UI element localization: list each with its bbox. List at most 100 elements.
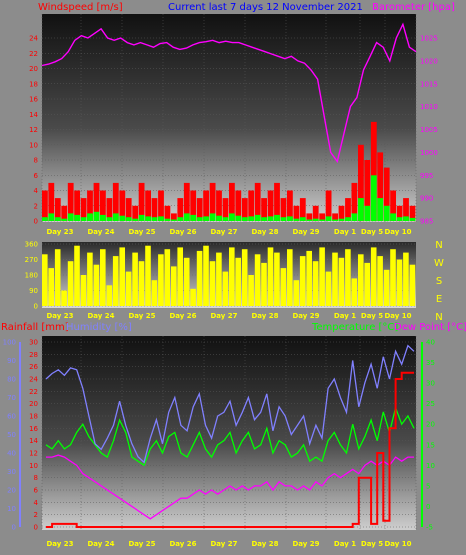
direction-bar: [351, 278, 358, 306]
humidity-y-tick-label: 90: [7, 357, 16, 365]
direction-bar: [61, 290, 67, 306]
temperature-y-tick-label: 25: [426, 400, 435, 408]
average-wind-bar: [190, 214, 197, 221]
direction-bar: [132, 252, 138, 306]
direction-y-tick-label: 270: [25, 256, 38, 264]
direction-bar: [229, 247, 235, 306]
direction-bar: [112, 256, 119, 306]
direction-bar: [80, 275, 87, 306]
day-tick-label: Day 1: [334, 312, 356, 320]
average-wind-bar: [112, 213, 119, 221]
barometer-axis-label: Barometer [hpa]: [372, 2, 455, 13]
direction-bar: [377, 256, 383, 306]
average-wind-bar: [100, 214, 106, 221]
humidity-y-tick-label: 10: [7, 505, 16, 513]
average-wind-bar: [241, 217, 248, 221]
barometer-y-tick-label: 985: [420, 218, 433, 226]
compass-label: S: [436, 276, 442, 287]
humidity-y-tick-label: 100: [3, 339, 16, 347]
direction-bar: [332, 252, 338, 306]
rain-y-tick-label: 14: [29, 437, 38, 445]
day-tick-label: Day 28: [251, 540, 278, 548]
barometer-y-tick-label: 990: [420, 195, 433, 203]
wind-y-tick-label: 18: [29, 80, 38, 88]
direction-bar: [241, 249, 248, 306]
day-tick-label: Day 26: [169, 228, 196, 236]
day-tick-label: Day 27: [210, 312, 237, 320]
rain-y-tick-label: 22: [29, 388, 38, 396]
day-tick-label: Day 24: [87, 228, 114, 236]
day-tick-label: Day 28: [251, 312, 278, 320]
barometer-y-tick-label: 1020: [420, 57, 438, 65]
average-wind-bar: [61, 218, 68, 221]
direction-bar: [216, 252, 222, 306]
day-tick-label: Day 10: [384, 312, 411, 320]
chart-title: Current last 7 days 12 November 2021: [168, 2, 363, 13]
direction-bar: [312, 261, 319, 306]
direction-bar: [196, 250, 203, 306]
day-tick-label: Day 24: [87, 312, 114, 320]
wind-y-tick-label: 0: [34, 218, 38, 226]
wind-y-tick-label: 6: [34, 172, 39, 180]
windspeed-axis-label: Windspeed [m/s]: [38, 2, 123, 13]
average-wind-bar: [293, 218, 300, 221]
humidity-axis-label: Humidity [%]: [66, 322, 132, 333]
rain-y-tick-label: 30: [29, 339, 38, 347]
average-wind-bar: [125, 217, 132, 221]
wind-y-tick-label: 20: [29, 65, 38, 73]
temperature-y-tick-label: 40: [426, 339, 435, 347]
average-wind-bar: [132, 218, 139, 221]
direction-bar: [364, 262, 370, 306]
direction-bar: [100, 249, 106, 306]
direction-bar: [358, 254, 364, 306]
direction-bar: [119, 247, 125, 306]
direction-y-tick-label: 360: [25, 241, 38, 249]
wind-y-tick-label: 4: [34, 187, 39, 195]
average-wind-bar: [80, 217, 87, 221]
dewpoint-axis-label: Dew Point [°C]: [394, 322, 466, 333]
direction-bar: [48, 268, 54, 306]
average-wind-bar: [345, 217, 351, 221]
wind-y-tick-label: 8: [34, 157, 38, 165]
rain-y-tick-label: 0: [34, 524, 38, 532]
average-wind-bar: [183, 213, 190, 221]
direction-bar: [209, 261, 216, 306]
direction-bar: [171, 266, 177, 306]
barometer-y-tick-label: 1015: [420, 80, 438, 88]
direction-bar: [345, 249, 351, 306]
average-wind-bar: [299, 217, 306, 221]
day-tick-label: Day 26: [169, 312, 196, 320]
average-wind-bar: [229, 213, 235, 221]
direction-bar: [319, 247, 325, 306]
rain-y-tick-label: 6: [34, 487, 39, 495]
weather-chart-image: Windspeed [m/s] Current last 7 days 12 N…: [0, 0, 466, 555]
average-wind-bar: [177, 217, 184, 221]
rain-y-tick-label: 18: [29, 413, 38, 421]
average-wind-bar: [383, 205, 390, 222]
average-wind-bar: [222, 217, 229, 221]
day-tick-label: Day 10: [384, 540, 411, 548]
average-wind-bar: [364, 205, 371, 222]
average-wind-bar: [145, 216, 151, 221]
rain-y-tick-label: 8: [34, 474, 38, 482]
temperature-y-tick-label: 30: [426, 380, 435, 388]
average-wind-bar: [312, 218, 319, 221]
temperature-axis-label: Temperature [°C]: [311, 322, 398, 333]
day-tick-label: Day 1: [334, 228, 356, 236]
wind-y-tick-label: 2: [34, 202, 38, 210]
direction-bar: [261, 262, 267, 306]
day-tick-label: Day 27: [210, 228, 237, 236]
direction-bar: [299, 256, 306, 306]
temperature-y-tick-label: 20: [426, 421, 435, 429]
direction-bar: [222, 271, 229, 306]
day-tick-label: Day 24: [87, 540, 114, 548]
average-wind-bar: [390, 213, 396, 221]
direction-bar: [145, 245, 151, 306]
day-tick-label: Day 5: [361, 312, 383, 320]
barometer-y-tick-label: 1000: [420, 149, 438, 157]
average-wind-bar: [74, 214, 80, 221]
average-wind-bar: [409, 217, 416, 221]
wind-y-tick-label: 14: [29, 111, 38, 119]
direction-bar: [403, 252, 409, 306]
day-tick-label: Day 26: [169, 540, 196, 548]
